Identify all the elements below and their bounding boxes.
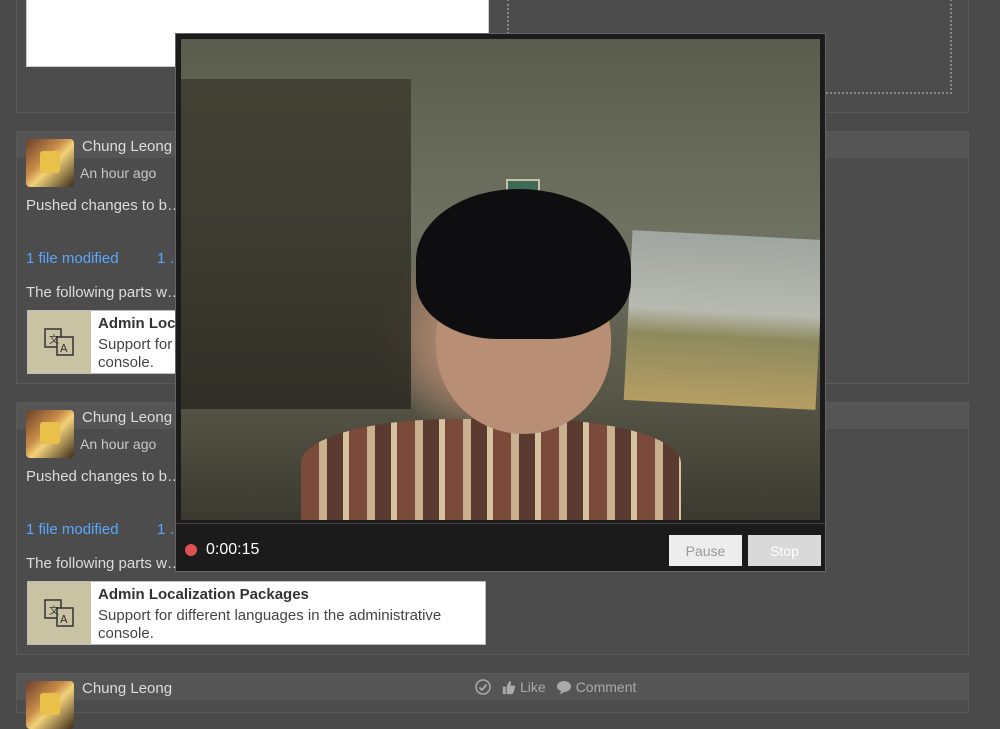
webcam-preview — [181, 39, 820, 520]
files-modified-link[interactable]: 1 file modified — [26, 250, 119, 267]
avatar-image — [40, 151, 60, 173]
wall-painting — [623, 230, 820, 410]
recorder-controls: 0:00:15 Pause Stop — [176, 523, 825, 572]
translate-icon: 文 A — [28, 582, 91, 644]
component-name: Admin Localization Packages — [98, 586, 309, 603]
recording-timer: 0:00:15 — [206, 541, 260, 558]
timestamp: An hour ago — [80, 165, 157, 181]
person-hair — [416, 189, 631, 339]
like-label: Like — [520, 679, 546, 695]
pause-button[interactable]: Pause — [669, 535, 742, 566]
avatar[interactable] — [26, 681, 74, 729]
avatar-image — [40, 422, 60, 444]
story-card: Chung Leong Like Comment — [16, 673, 969, 729]
svg-text:文: 文 — [49, 333, 59, 346]
translate-icon: 文 A — [28, 311, 91, 373]
user-name[interactable]: Chung Leong — [82, 409, 172, 426]
component-description: Support for different languages in the a… — [98, 607, 442, 642]
user-name[interactable]: Chung Leong — [82, 138, 172, 155]
thumbs-up-icon — [501, 680, 516, 695]
avatar-image — [40, 693, 60, 715]
svg-text:A: A — [60, 342, 68, 355]
recording-indicator-icon — [185, 544, 197, 556]
check-icon[interactable] — [475, 679, 491, 695]
parts-text: The following parts w… — [26, 555, 182, 572]
person-shirt — [301, 419, 681, 520]
comment-label: Comment — [575, 679, 637, 695]
svg-text:A: A — [60, 613, 68, 626]
video-recorder-dialog: 0:00:15 Pause Stop — [175, 33, 826, 572]
avatar[interactable] — [26, 410, 74, 458]
parts-text: The following parts w… — [26, 284, 182, 301]
comment-icon — [556, 680, 572, 695]
stop-button[interactable]: Stop — [748, 535, 821, 566]
files-modified-link[interactable]: 1 file modified — [26, 521, 119, 538]
story-actions: Like Comment — [475, 679, 636, 695]
user-name[interactable]: Chung Leong — [82, 680, 172, 697]
background-shelf — [181, 79, 411, 409]
timestamp: An hour ago — [80, 436, 157, 452]
svg-text:文: 文 — [49, 604, 59, 617]
comment-button[interactable]: Comment — [556, 679, 637, 695]
component-card[interactable]: 文 A Admin Localization Packages Support … — [27, 581, 486, 645]
avatar[interactable] — [26, 139, 74, 187]
like-button[interactable]: Like — [501, 679, 546, 695]
